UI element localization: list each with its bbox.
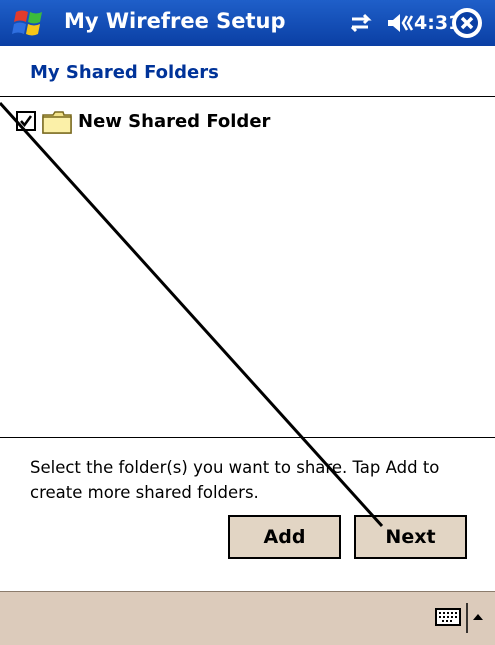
title-bar: My Wirefree Setup 4:31 (0, 0, 495, 46)
instruction-text: Select the folder(s) you want to share. … (30, 458, 440, 502)
list-item-label: New Shared Folder (78, 111, 271, 132)
checkbox-icon (20, 115, 33, 128)
content-divider (0, 437, 495, 438)
folder-icon (42, 111, 72, 134)
add-button[interactable]: Add (228, 515, 341, 559)
app-title: My Wirefree Setup (64, 9, 286, 33)
windows-start-icon[interactable] (10, 6, 50, 40)
section-title: My Shared Folders (30, 62, 219, 83)
header-divider (0, 96, 495, 97)
connectivity-icon[interactable] (348, 11, 376, 35)
bottom-bar (0, 591, 495, 645)
checkbox[interactable] (16, 111, 36, 131)
close-icon (453, 9, 481, 37)
keyboard-icon[interactable] (435, 606, 461, 628)
list-item[interactable]: New Shared Folder (16, 108, 316, 136)
volume-icon[interactable] (385, 11, 415, 35)
sip-arrow-icon[interactable] (466, 603, 486, 633)
close-button[interactable] (452, 8, 482, 38)
next-button[interactable]: Next (354, 515, 467, 559)
